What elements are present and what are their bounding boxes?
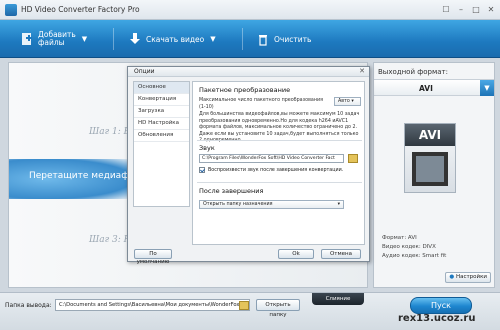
sound-section-title: Звук (199, 144, 215, 152)
film-reel-icon (412, 152, 448, 186)
options-nav: Основное Конвертация Загрузка HD Настрой… (133, 81, 190, 207)
video-codec-spec: Видео кодек: DIVX (382, 244, 436, 250)
minimize-button[interactable]: – (455, 4, 467, 15)
nav-item-hd-settings[interactable]: HD Настройка (134, 118, 189, 130)
sound-path-field[interactable]: C:\Program Files\WonderFox Soft\HD Video… (199, 154, 344, 163)
toolbar-divider (113, 28, 114, 50)
format-spec: Формат: AVI (382, 235, 417, 241)
download-video-button[interactable]: Скачать видео ▼ (128, 26, 216, 52)
default-button[interactable]: По умолчанию (134, 249, 172, 265)
batch-max-select[interactable]: Авто ▾ (334, 97, 361, 106)
folder-browse-icon[interactable] (348, 154, 358, 163)
after-action-value: Открыть папку назначения (203, 202, 273, 207)
chevron-down-icon[interactable]: ▼ (480, 80, 494, 96)
ok-button[interactable]: Ok (278, 249, 314, 259)
drag-media-hint: Перетащите медиаф (29, 171, 129, 181)
title-bar: HD Video Converter Factory Pro ☐ – □ ✕ (0, 0, 500, 20)
after-action-select[interactable]: Открыть папку назначения ▾ (199, 200, 344, 209)
toolbar-divider (242, 28, 243, 50)
chevron-down-icon: ▾ (337, 202, 340, 207)
close-button[interactable]: ✕ (485, 4, 497, 15)
bottom-bar: Папка вывода: C:\Documents and Settings\… (0, 292, 500, 330)
app-logo-icon (5, 4, 17, 16)
nav-item-download[interactable]: Загрузка (134, 106, 189, 118)
cancel-button[interactable]: Отмена (321, 249, 361, 259)
settings-label: Настройки (455, 274, 487, 280)
settings-button[interactable]: ● Настройки (445, 272, 491, 283)
output-format-panel: Выходной формат: AVI ▼ AVI Формат: AVI В… (373, 62, 495, 288)
nav-item-conversion[interactable]: Конвертация (134, 94, 189, 106)
clear-button[interactable]: Очистить (256, 26, 311, 52)
batch-max-label: Максимальное число пакетного преобразова… (199, 98, 324, 110)
batch-section-title: Пакетное преобразование (199, 86, 291, 94)
format-preview-icon: AVI (404, 123, 456, 193)
nav-item-updates[interactable]: Обновления (134, 130, 189, 142)
add-file-icon (20, 32, 34, 46)
play-sound-label: Воспроизвести звук после завершения конв… (208, 167, 344, 173)
batch-max-value: Авто (338, 99, 350, 104)
output-format-value: AVI (419, 84, 433, 93)
open-folder-button[interactable]: Открыть папку (256, 299, 300, 318)
checkbox-checked-icon[interactable] (199, 167, 205, 173)
add-files-button[interactable]: Добавить файлы ▼ (20, 26, 87, 52)
trash-icon (256, 32, 270, 46)
output-format-title: Выходной формат: (378, 68, 448, 76)
nav-item-general[interactable]: Основное (134, 82, 189, 94)
folder-browse-icon[interactable] (239, 301, 249, 310)
download-video-label: Скачать видео (146, 34, 205, 44)
download-icon (128, 32, 142, 46)
main-toolbar: Добавить файлы ▼ Скачать видео ▼ Очистит… (0, 20, 500, 58)
output-folder-label: Папка вывода: (5, 302, 52, 309)
maximize-button[interactable]: □ (470, 4, 482, 15)
watermark-text: rex13.ucoz.ru (398, 313, 476, 324)
audio-codec-spec: Аудио кодек: Smart fit (382, 253, 447, 259)
chevron-down-icon[interactable]: ▼ (82, 35, 87, 43)
chevron-down-icon[interactable]: ▼ (210, 35, 215, 43)
run-button[interactable]: Пуск (410, 297, 472, 314)
divider (197, 140, 362, 141)
dialog-title-bar: Опции ✕ (128, 67, 369, 77)
avi-badge: AVI (405, 124, 455, 146)
skin-icon[interactable]: ☐ (440, 4, 452, 15)
gear-icon: ● (449, 274, 455, 280)
play-sound-checkbox[interactable]: Воспроизвести звук после завершения конв… (199, 167, 343, 173)
options-content: Пакетное преобразование Максимальное чис… (192, 81, 365, 245)
divider (197, 182, 362, 183)
output-folder-field[interactable]: C:\Documents and Settings\Васильевна\Мои… (55, 299, 250, 311)
after-section-title: После завершения (199, 187, 264, 195)
output-format-select[interactable]: AVI ▼ (374, 79, 494, 96)
merge-button[interactable]: Слияние (312, 293, 364, 305)
clear-label: Очистить (274, 34, 312, 44)
add-files-label: Добавить файлы (38, 30, 76, 47)
close-icon[interactable]: ✕ (359, 67, 365, 75)
options-dialog: Опции ✕ Основное Конвертация Загрузка HD… (127, 66, 370, 265)
dialog-title: Опции (134, 68, 155, 75)
app-title: HD Video Converter Factory Pro (21, 5, 140, 14)
